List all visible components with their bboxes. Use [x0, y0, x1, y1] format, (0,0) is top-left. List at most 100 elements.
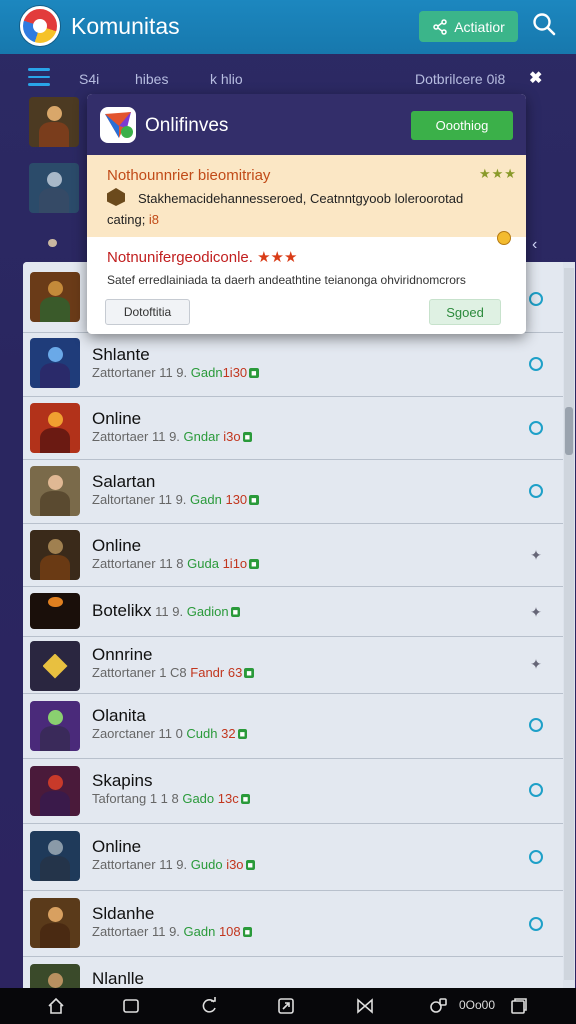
avatar[interactable] — [29, 97, 79, 147]
list-item-name: Online — [92, 409, 142, 428]
app-title: Komunitas — [71, 13, 180, 39]
list-item-meta: Zattortaner 11 8 Guda 1i1o ■ — [92, 556, 259, 571]
secondary-bar: S4i hibes k hlio Dotbrilcere 0i8 ✖ — [0, 58, 576, 98]
star-icon[interactable]: ✦ — [529, 605, 543, 619]
refresh-icon[interactable] — [199, 996, 219, 1016]
list-item-thumbnail — [30, 272, 80, 322]
list-item-meta: Zaorctaner 11 0 Cudh 32 ■ — [92, 726, 248, 741]
scrollbar[interactable] — [564, 268, 574, 980]
status-ring-icon[interactable] — [529, 421, 543, 435]
nav-status-text: 0Oo00 — [459, 998, 496, 1012]
list-item-thumbnail — [30, 898, 80, 948]
list-item[interactable]: Onnrine Zattortaner 1 C8 Fandr 63 ■ ✦ — [23, 637, 563, 694]
list-item[interactable]: Salartan Zaltortaner 11 9. Gadn 130 ■ — [23, 460, 563, 524]
list-item[interactable]: Skapins Tafortang 1 1 8 Gado 13c ■ — [23, 759, 563, 824]
status-ring-icon[interactable] — [529, 357, 543, 371]
list-item-meta: Zaltortaner 11 9. Gadn 130 ■ — [92, 492, 259, 507]
action-button[interactable]: Actiatior — [419, 11, 518, 42]
subbar-right-text: Dotbrilcere 0i8 — [415, 71, 506, 87]
confirm-button[interactable]: Sgoed — [429, 299, 501, 325]
status-ring-icon[interactable] — [529, 783, 543, 797]
notice-card[interactable]: Nothounnrier bieomitriay ★★★ Stakhemacid… — [87, 155, 526, 237]
scrollbar-thumb[interactable] — [565, 407, 573, 455]
action-button-label: Actiatior — [454, 18, 505, 35]
list-item-thumbnail — [30, 701, 80, 751]
subbar-item-c[interactable]: k hlio — [210, 71, 243, 87]
list-item-thumbnail — [30, 831, 80, 881]
status-ring-icon[interactable] — [529, 292, 543, 306]
list-item-name: Shlante — [92, 345, 150, 364]
list-item-name: Online — [92, 536, 142, 555]
list-item-name: Nlanlle — [92, 969, 144, 988]
status-ring-icon[interactable] — [529, 484, 543, 498]
community-list: Shlante Zattortaner 11 9. Gadn1i30 ■ Onli… — [23, 262, 575, 988]
popup-title: Onlifinves — [145, 115, 229, 136]
list-item-meta: Zattortaner 1 C8 Fandr 63 ■ — [92, 665, 254, 680]
list-item-thumbnail — [30, 530, 80, 580]
bowtie-icon[interactable] — [355, 996, 375, 1016]
rating-stars: ★★★ — [257, 249, 298, 266]
list-item-thumbnail — [30, 641, 80, 691]
bottom-nav-bar: 0Oo00 — [0, 988, 576, 1024]
search-icon[interactable] — [531, 12, 557, 38]
list-item-meta: Zattortaer 11 9. Gndar i3o ■ — [92, 429, 253, 444]
coin-badge-icon — [497, 231, 511, 245]
list-item[interactable]: Sldanhe Zattortaer 11 9. Gadn 108 ■ — [23, 891, 563, 957]
avatar[interactable] — [29, 163, 79, 213]
status-ring-icon[interactable] — [529, 850, 543, 864]
list-item-name: Online — [92, 837, 142, 856]
list-item-thumbnail — [30, 964, 80, 988]
apps-icon[interactable] — [429, 996, 449, 1016]
app-logo-icon — [100, 107, 136, 143]
list-item-meta: Zattortaner 11 9. Gudo i3o ■ — [92, 857, 255, 872]
list-item[interactable]: Botelikx 11 9. Gadion ■ ✦ — [23, 587, 563, 637]
list-item[interactable]: Online Zattortaer 11 9. Gndar i3o ■ — [23, 397, 563, 460]
list-item-thumbnail — [30, 766, 80, 816]
close-icon[interactable]: ✖ — [529, 68, 542, 88]
list-item-thumbnail — [30, 593, 80, 629]
rating-stars: ★★★ — [479, 166, 517, 181]
list-item-name: Onnrine — [92, 645, 153, 664]
list-item-name: Olanita — [92, 706, 146, 725]
list-item[interactable]: Shlante Zattortaner 11 9. Gadn1i30 ■ — [23, 333, 563, 397]
star-icon[interactable]: ✦ — [529, 548, 543, 562]
list-item-name: Botelikx 11 9. Gadion ■ — [92, 601, 241, 620]
home-icon[interactable] — [46, 996, 66, 1016]
expand-icon[interactable] — [276, 996, 296, 1016]
list-item[interactable]: Olanita Zaorctaner 11 0 Cudh 32 ■ — [23, 694, 563, 759]
subbar-item-a[interactable]: S4i — [79, 71, 99, 87]
list-item-name: Salartan — [92, 472, 156, 491]
avatar — [37, 234, 67, 262]
secondary-button[interactable]: Dotoftitia — [105, 299, 190, 325]
app-bar: Komunitas Actiatior — [0, 0, 576, 54]
status-ring-icon[interactable] — [529, 917, 543, 931]
status-ring-icon[interactable] — [529, 718, 543, 732]
notice-title: Notnunifergeodiconle. ★★★ — [107, 249, 298, 266]
list-item-name: Sldanhe — [92, 904, 155, 923]
popup-primary-button[interactable]: Ooothiog — [411, 111, 513, 140]
window-icon[interactable] — [509, 996, 529, 1016]
subbar-item-b[interactable]: hibes — [135, 71, 168, 87]
square-icon[interactable] — [121, 996, 141, 1016]
chevron-left-icon[interactable]: ‹ — [532, 236, 537, 254]
notice-body: Stakhemacidehannesseroed, Ceatnntgyoob l… — [138, 191, 464, 206]
notice-body-line2: cating; i8 — [107, 212, 160, 227]
list-item[interactable]: Online Zattortaner 11 8 Guda 1i1o ■ ✦ — [23, 524, 563, 587]
list-item[interactable]: Online Zattortaner 11 9. Gudo i3o ■ — [23, 824, 563, 891]
list-item-meta: Zattortaner 11 9. Gadn1i30 ■ — [92, 365, 259, 380]
list-item-thumbnail — [30, 466, 80, 516]
app-logo-icon[interactable] — [20, 6, 60, 46]
shield-icon — [107, 188, 125, 206]
list-item-meta: Zattortaer 11 9. Gadn 108 ■ — [92, 924, 253, 939]
notice-title: Nothounnrier bieomitriay — [107, 167, 271, 184]
share-icon — [433, 18, 447, 35]
list-item-meta: Tafortang 1 1 8 Gado 13c ■ — [92, 791, 251, 806]
notice-card[interactable]: Notnunifergeodiconle. ★★★ Satef erredlai… — [87, 231, 526, 334]
list-item-thumbnail — [30, 403, 80, 453]
list-item[interactable]: Nlanlle — [23, 957, 563, 988]
menu-icon[interactable] — [28, 68, 50, 86]
notice-body: Satef erredlainiada ta daerh andeathtine… — [107, 273, 466, 287]
star-icon[interactable]: ✦ — [529, 657, 543, 671]
list-item-thumbnail — [30, 338, 80, 388]
popup-header: Onlifinves Ooothiog — [87, 94, 526, 155]
